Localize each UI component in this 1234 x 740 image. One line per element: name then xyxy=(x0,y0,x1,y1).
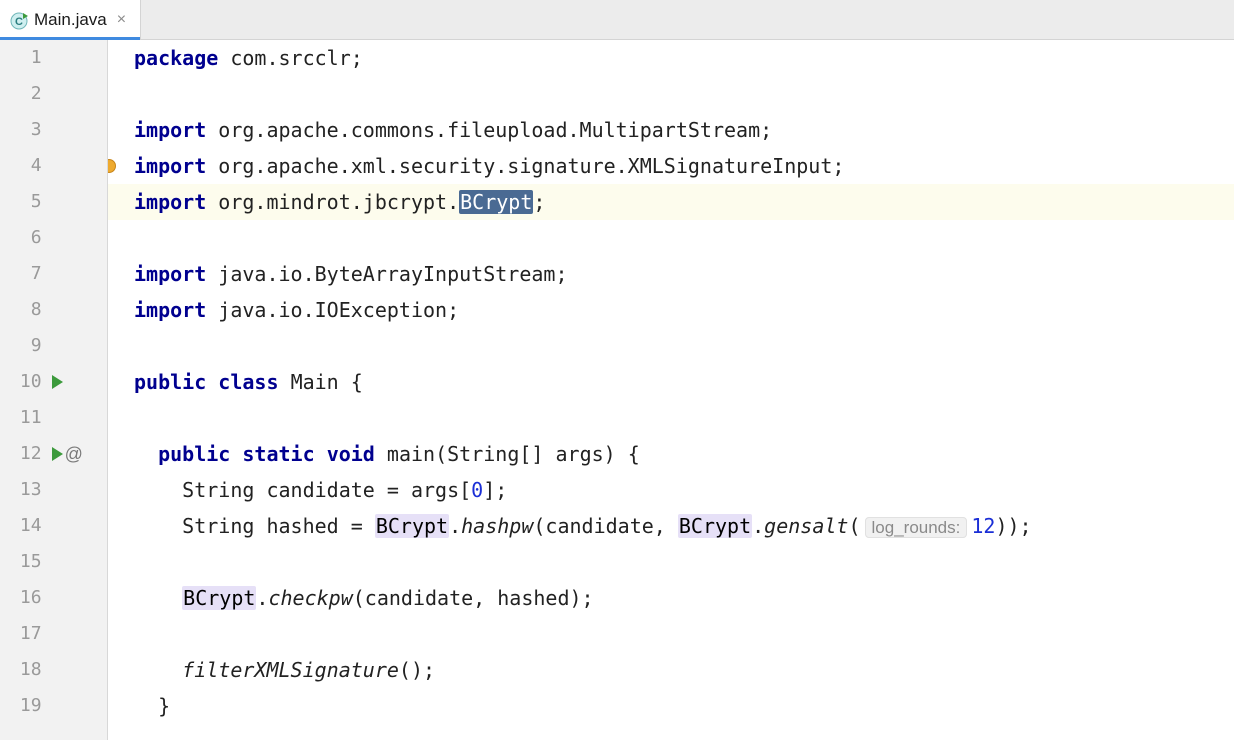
line-number[interactable]: 10 xyxy=(0,364,46,400)
code-line[interactable]: package com.srcclr; xyxy=(134,40,1234,76)
line-number[interactable]: 6 xyxy=(0,220,46,256)
line-number[interactable]: 8 xyxy=(0,292,46,328)
line-number[interactable]: 19 xyxy=(0,688,46,724)
gutter[interactable]: 1 2 3 4 5 6 7 8 9 10 11 12@ 13 14 15 16 … xyxy=(0,40,108,740)
selection[interactable]: BCrypt xyxy=(459,190,533,214)
tab-close-icon[interactable]: × xyxy=(113,11,130,29)
code-area[interactable]: ⊟ ⊟ ⊟ ⊟ package com.srcclr; import org.a… xyxy=(108,40,1234,740)
line-number[interactable]: 7 xyxy=(0,256,46,292)
parameter-hint: log_rounds: xyxy=(865,517,968,538)
code-line[interactable] xyxy=(134,400,1234,436)
usage-highlight: BCrypt xyxy=(375,514,449,538)
code-line[interactable]: public class Main { xyxy=(134,364,1234,400)
code-line-current[interactable]: import org.mindrot.jbcrypt.BCrypt; xyxy=(108,184,1234,220)
line-number[interactable]: 17 xyxy=(0,616,46,652)
usage-highlight: BCrypt xyxy=(182,586,256,610)
tab-title: Main.java xyxy=(34,10,107,30)
java-class-icon: C xyxy=(10,11,28,29)
code-editor[interactable]: 1 2 3 4 5 6 7 8 9 10 11 12@ 13 14 15 16 … xyxy=(0,40,1234,740)
editor-tabs-bar: C Main.java × xyxy=(0,0,1234,40)
code-line[interactable] xyxy=(134,544,1234,580)
line-number[interactable]: 16 xyxy=(0,580,46,616)
code-line[interactable]: String candidate = args[0]; xyxy=(134,472,1234,508)
line-number[interactable]: 12 xyxy=(0,436,46,472)
code-line[interactable] xyxy=(134,328,1234,364)
code-line[interactable]: import java.io.ByteArrayInputStream; xyxy=(134,256,1234,292)
line-number[interactable]: 3 xyxy=(0,112,46,148)
line-number[interactable]: 14 xyxy=(0,508,46,544)
line-number[interactable]: 2 xyxy=(0,76,46,112)
code-line[interactable]: public static void main(String[] args) { xyxy=(134,436,1234,472)
svg-text:C: C xyxy=(15,16,23,28)
line-number[interactable]: 18 xyxy=(0,652,46,688)
line-number[interactable]: 4 xyxy=(0,148,46,184)
line-number[interactable]: 9 xyxy=(0,328,46,364)
tab-main-java[interactable]: C Main.java × xyxy=(0,0,141,39)
run-gutter-icon[interactable] xyxy=(52,447,63,461)
code-line[interactable]: import java.io.IOException; xyxy=(134,292,1234,328)
line-number[interactable]: 1 xyxy=(0,40,46,76)
code-line[interactable]: String hashed = BCrypt.hashpw(candidate,… xyxy=(134,508,1234,544)
code-line[interactable] xyxy=(134,220,1234,256)
code-line[interactable] xyxy=(134,616,1234,652)
line-number[interactable]: 11 xyxy=(0,400,46,436)
code-line[interactable]: import org.apache.xml.security.signature… xyxy=(134,148,1234,184)
code-line[interactable]: filterXMLSignature(); xyxy=(134,652,1234,688)
line-number[interactable]: 13 xyxy=(0,472,46,508)
line-number[interactable]: 15 xyxy=(0,544,46,580)
override-gutter-icon[interactable]: @ xyxy=(65,436,83,472)
line-number[interactable]: 5 xyxy=(0,184,46,220)
usage-highlight: BCrypt xyxy=(678,514,752,538)
code-line[interactable]: } xyxy=(134,688,1234,724)
run-gutter-icon[interactable] xyxy=(52,375,63,389)
code-line[interactable]: BCrypt.checkpw(candidate, hashed); xyxy=(134,580,1234,616)
code-line[interactable] xyxy=(134,76,1234,112)
warning-gutter-icon[interactable] xyxy=(108,159,116,173)
code-line[interactable]: import org.apache.commons.fileupload.Mul… xyxy=(134,112,1234,148)
